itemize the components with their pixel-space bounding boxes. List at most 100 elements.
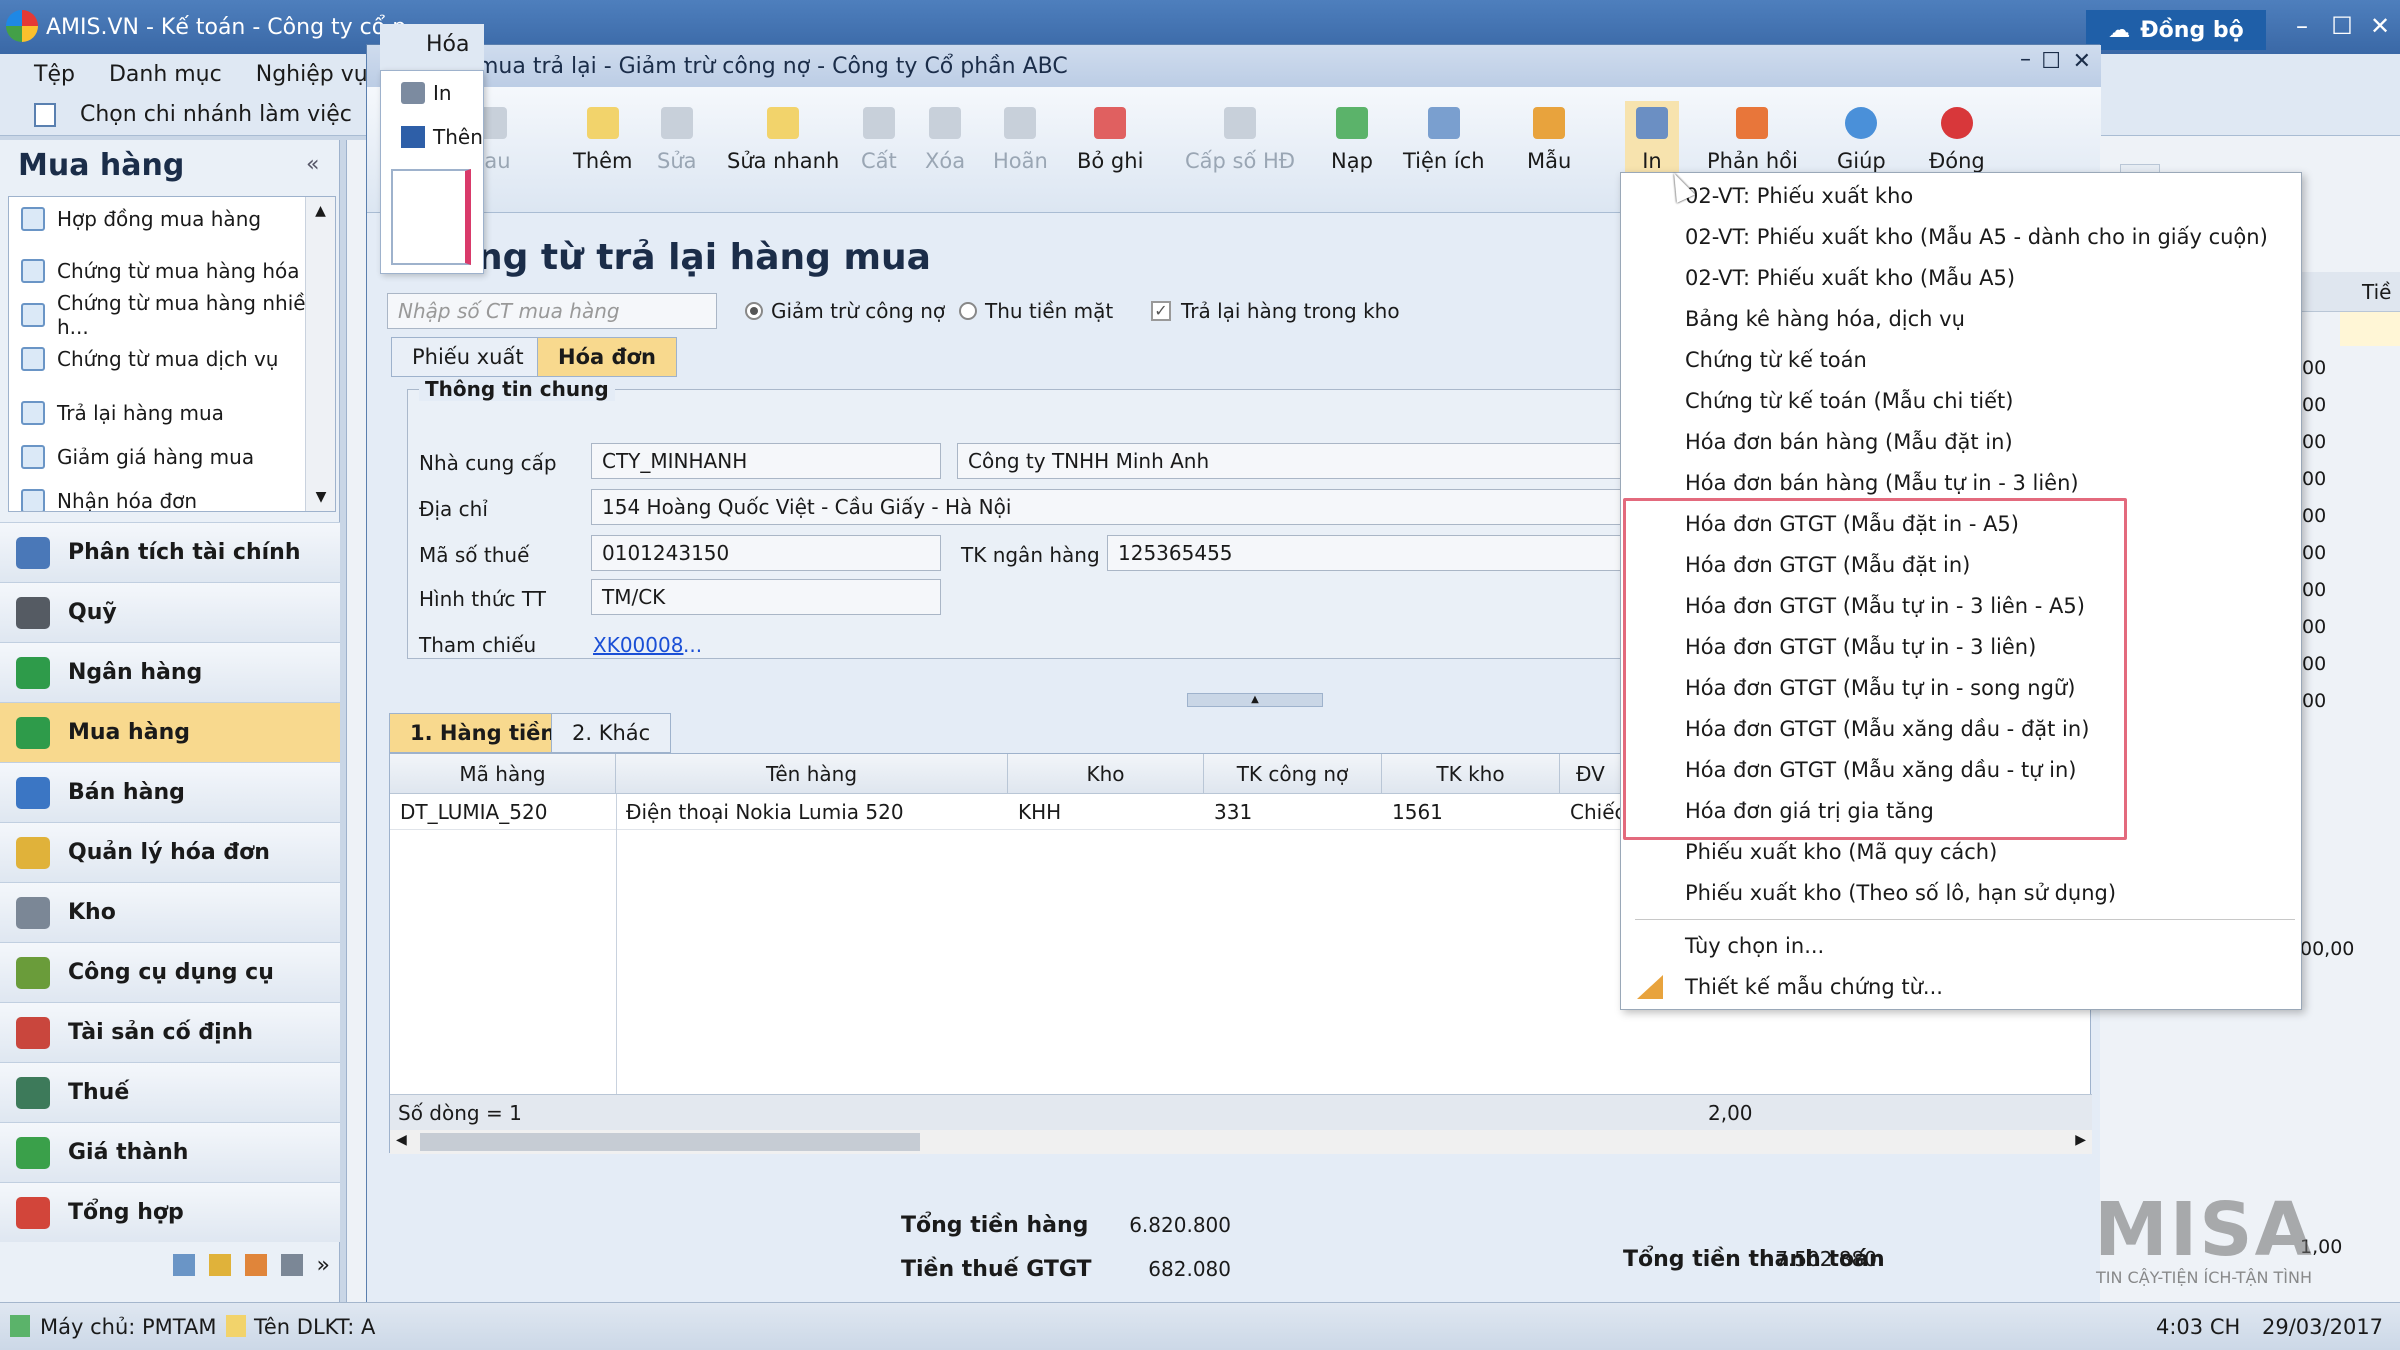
toolbar-edit-button[interactable]: Sửa — [657, 101, 697, 209]
toolbar-utilities-button[interactable]: Tiện ích — [1403, 101, 1485, 209]
menu-item-print-options[interactable]: Tùy chọn in... — [1685, 925, 1824, 966]
maximize-button[interactable]: ☐ — [2041, 49, 2061, 74]
shortcut-icon[interactable] — [280, 1254, 303, 1276]
column-header-warehouse[interactable]: Kho — [1008, 754, 1204, 794]
menu-item-print-18[interactable]: Phiếu xuất kho (Theo số lô, hạn sử dụng) — [1685, 872, 2116, 913]
print-popup-title: Hóa — [380, 24, 484, 70]
module-assets[interactable]: Tài sản cố định — [0, 1002, 340, 1062]
menu-item-print-3[interactable]: 02-VT: Phiếu xuất kho (Mẫu A5) — [1685, 257, 2015, 298]
tab-invoice[interactable]: Hóa đơn — [537, 337, 677, 377]
module-bank[interactable]: Ngân hàng — [0, 642, 340, 702]
scroll-thumb[interactable] — [420, 1133, 920, 1151]
print-popup-print[interactable]: In — [381, 71, 483, 115]
tax-code-field[interactable]: 0101243150 — [591, 535, 941, 571]
menu-item-print-1[interactable]: 02-VT: Phiếu xuất kho — [1685, 175, 1913, 216]
module-finance[interactable]: Phân tích tài chính — [0, 522, 340, 582]
close-button[interactable]: ✕ — [2073, 49, 2091, 74]
payment-method-field[interactable]: TM/CK — [591, 579, 941, 615]
misa-watermark: MISA TIN CẬY-TIỆN ÍCH-TẬN TÌNH — [2054, 1192, 2354, 1292]
menu-item-print-4[interactable]: Bảng kê hàng hóa, dịch vụ — [1685, 298, 1965, 339]
sync-button[interactable]: ☁ Đồng bộ — [2086, 10, 2266, 50]
sidebar-scrollbar[interactable]: ▲ ▼ — [305, 197, 335, 511]
module-cash[interactable]: Quỹ — [0, 582, 340, 642]
tab-goods-money[interactable]: 1. Hàng tiền — [389, 713, 577, 753]
branch-select[interactable]: Chọn chi nhánh làm việc — [80, 102, 352, 127]
sidebar-item-return[interactable]: Trả lại hàng mua — [9, 391, 335, 435]
sidebar-item-contract[interactable]: Hợp đồng mua hàng — [9, 197, 335, 241]
module-tools[interactable]: Công cụ dụng cụ — [0, 942, 340, 1002]
toolbar-unpost-button[interactable]: Bỏ ghi — [1077, 101, 1143, 209]
menu-item-print-5[interactable]: Chứng từ kế toán — [1685, 339, 1867, 380]
menu-item-design-template[interactable]: Thiết kế mẫu chứng từ... — [1685, 966, 1943, 1007]
sidebar-item-purchase-service[interactable]: Chứng từ mua dịch vụ — [9, 337, 335, 381]
sidebar-item-label: Trả lại hàng mua — [57, 401, 224, 425]
menu-business[interactable]: Nghiệp vụ — [256, 62, 368, 87]
shortcut-icon[interactable] — [172, 1254, 195, 1276]
sidebar-item-invoice[interactable]: Nhận hóa đơn — [9, 479, 335, 511]
reference-more-button[interactable]: ... — [683, 633, 702, 657]
scroll-left-icon[interactable]: ◀ — [396, 1132, 407, 1148]
shortcut-icon[interactable] — [208, 1254, 231, 1276]
minimize-button[interactable]: – — [2020, 47, 2031, 72]
purchase-voucher-search-input[interactable]: Nhập số CT mua hàng — [387, 293, 717, 329]
sidebar-item-discount[interactable]: Giảm giá hàng mua — [9, 435, 335, 479]
module-tax[interactable]: Thuế — [0, 1062, 340, 1122]
radio-icon — [745, 302, 763, 320]
preview-thumbnail — [391, 169, 471, 265]
module-cost[interactable]: Giá thành — [0, 1122, 340, 1182]
collapse-icon[interactable]: « — [306, 152, 319, 177]
tab-export-slip[interactable]: Phiếu xuất — [391, 337, 545, 377]
minimize-button[interactable]: – — [2282, 6, 2322, 46]
toolbar-save-button[interactable]: Cất — [861, 101, 897, 209]
module-warehouse[interactable]: Kho — [0, 882, 340, 942]
menu-item-print-2[interactable]: 02-VT: Phiếu xuất kho (Mẫu A5 - dành cho… — [1685, 216, 2268, 257]
menu-item-print-7[interactable]: Hóa đơn bán hàng (Mẫu đặt in) — [1685, 421, 2013, 462]
scroll-right-icon[interactable]: ▶ — [2075, 1132, 2086, 1148]
splitter-handle[interactable]: ▲ — [1187, 693, 1323, 707]
horizontal-scrollbar[interactable]: ◀ ▶ — [390, 1130, 2092, 1154]
return-to-stock-checkbox[interactable]: ✓ Trả lại hàng trong kho — [1151, 299, 1400, 323]
close-button[interactable]: ✕ — [2360, 6, 2400, 46]
module-purchase[interactable]: Mua hàng — [0, 702, 340, 762]
invoice-number-icon — [1224, 107, 1257, 139]
menu-item-print-8[interactable]: Hóa đơn bán hàng (Mẫu tự in - 3 liên) — [1685, 462, 2079, 503]
module-invoice[interactable]: Quản lý hóa đơn — [0, 822, 340, 882]
maximize-button[interactable]: ☐ — [2322, 6, 2362, 46]
undo-icon — [1004, 107, 1037, 139]
shortcut-icon[interactable] — [244, 1254, 267, 1276]
column-header-item-code[interactable]: Mã hàng — [390, 754, 616, 794]
menu-separator — [1635, 919, 2295, 920]
add-document-icon — [586, 107, 619, 139]
toolbar-template-button[interactable]: Mẫu — [1527, 101, 1571, 209]
column-header-payable-account[interactable]: TK công nợ — [1204, 754, 1382, 794]
menu-catalog[interactable]: Danh mục — [109, 62, 222, 87]
popup-item-label: Thên — [433, 125, 483, 149]
menu-file[interactable]: Tệp — [34, 62, 75, 87]
chevron-down-icon[interactable]: » — [317, 1253, 330, 1278]
right-filter-cell[interactable] — [2340, 312, 2400, 346]
toolbar-add-button[interactable]: Thêm — [573, 101, 633, 209]
database-status: Tên DLKT: A — [254, 1315, 376, 1339]
column-header-stock-account[interactable]: TK kho — [1382, 754, 1560, 794]
reduce-debt-radio[interactable]: Giảm trừ công nợ — [745, 299, 945, 323]
supplier-code-field[interactable]: CTY_MINHANH — [591, 443, 941, 479]
menu-item-print-6[interactable]: Chứng từ kế toán (Mẫu chi tiết) — [1685, 380, 2013, 421]
toolbar-reload-button[interactable]: Nạp — [1331, 101, 1373, 209]
cell-stock-account[interactable]: 1561 — [1382, 794, 1560, 830]
cell-item-name[interactable]: Điện thoại Nokia Lumia 520 — [616, 794, 1008, 830]
cash-refund-radio[interactable]: Thu tiền mặt — [959, 299, 1113, 323]
sidebar-item-purchase-goods[interactable]: Chứng từ mua hàng hóa — [9, 249, 335, 293]
toolbar-quick-edit-button[interactable]: Sửa nhanh — [727, 101, 839, 209]
toolbar-invoice-number-button[interactable]: Cấp số HĐ — [1185, 101, 1295, 209]
cell-item-code[interactable]: DT_LUMIA_520 — [390, 794, 616, 830]
sidebar-item-purchase-multi[interactable]: Chứng từ mua hàng nhiều h... — [9, 291, 335, 339]
toolbar-postpone-button[interactable]: Hoãn — [993, 101, 1048, 209]
cell-warehouse[interactable]: KHH — [1008, 794, 1204, 830]
cell-payable-account[interactable]: 331 — [1204, 794, 1382, 830]
column-header-item-name[interactable]: Tên hàng — [616, 754, 1008, 794]
toolbar-delete-button[interactable]: Xóa — [925, 101, 965, 209]
reference-link[interactable]: XK00008 — [593, 633, 683, 657]
tab-other[interactable]: 2. Khác — [551, 713, 672, 753]
module-sales[interactable]: Bán hàng — [0, 762, 340, 822]
print-popup-add[interactable]: Thên — [381, 115, 483, 159]
